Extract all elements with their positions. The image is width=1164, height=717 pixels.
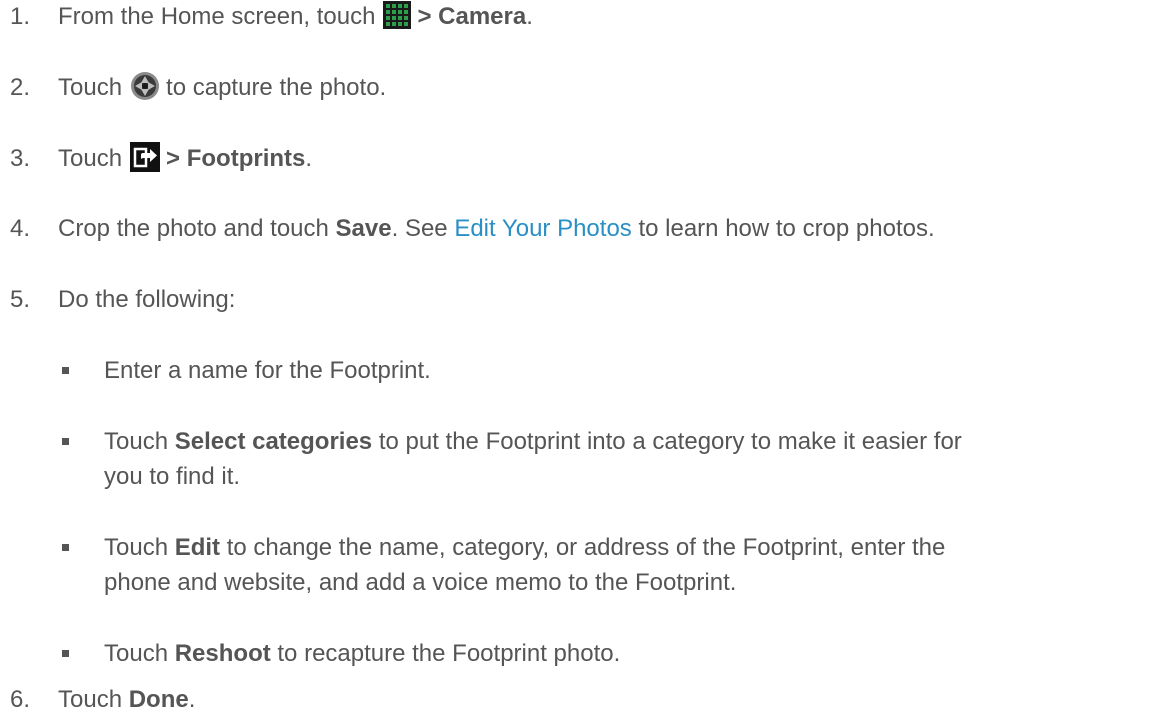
bullet-marker bbox=[62, 438, 69, 445]
bullet-text-post: to change the name, category, or address… bbox=[226, 534, 946, 561]
edit-your-photos-link[interactable]: Edit Your Photos bbox=[454, 215, 631, 242]
bullet-marker bbox=[62, 650, 69, 657]
step-text-bold: > Footprints bbox=[166, 145, 306, 172]
step-number: 4. bbox=[10, 215, 31, 242]
step-number: 2. bbox=[10, 74, 31, 101]
step-text: Touch Done. bbox=[58, 684, 195, 716]
bullet-text-cont: phone and website, and add a voice memo … bbox=[104, 569, 737, 596]
step-text-bold: Save bbox=[335, 215, 392, 242]
step-text-pre: Crop the photo and touch bbox=[58, 215, 329, 242]
step-text-pre: Touch bbox=[58, 686, 123, 713]
bullet-text-cont: you to find it. bbox=[104, 463, 241, 490]
step-text-post: . bbox=[305, 145, 313, 172]
step-text-mid: . See bbox=[391, 215, 448, 242]
step-text: Touch > Footprints. bbox=[58, 141, 313, 175]
step-text: From the Home screen, touch > Camera. bbox=[58, 0, 533, 33]
step-text-bold: > Camera bbox=[417, 3, 527, 30]
bullet-text-post: to recapture the Footprint photo. bbox=[277, 640, 621, 667]
step-number: 1. bbox=[10, 3, 31, 30]
grid-icon bbox=[383, 0, 412, 29]
step-text-post: to capture the photo. bbox=[166, 74, 387, 101]
camera-shutter-icon bbox=[130, 71, 160, 101]
bullet-text-post: to put the Footprint into a category to … bbox=[378, 428, 962, 455]
step-text: Crop the photo and touch Save. See Edit … bbox=[58, 213, 935, 245]
bullet-marker bbox=[62, 367, 69, 374]
step-text-bold: Done bbox=[128, 686, 189, 713]
step-text-pre: Touch bbox=[58, 74, 123, 101]
bullet-text-bold: Edit bbox=[174, 534, 221, 561]
bullet-text-pre: Touch bbox=[104, 534, 169, 561]
step-text-post: . bbox=[526, 3, 533, 30]
bullet-text: Touch Edit to change the name, category,… bbox=[104, 532, 945, 564]
bullet-text: Touch Reshoot to recapture the Footprint… bbox=[104, 638, 620, 670]
step-text: Touch to capture the photo. bbox=[58, 71, 387, 104]
step-text-post: to learn how to crop photos. bbox=[638, 215, 935, 242]
bullet-text-bold: Select categories bbox=[174, 428, 373, 455]
bullet-text: Enter a name for the Footprint. bbox=[104, 357, 431, 384]
bullet-text-pre: Touch bbox=[104, 428, 169, 455]
bullet-marker bbox=[62, 544, 69, 551]
step-text-pre: Touch bbox=[58, 145, 123, 172]
step-text: Do the following: bbox=[58, 286, 236, 313]
step-text-post: . bbox=[188, 686, 196, 713]
step-number: 3. bbox=[10, 145, 31, 172]
bullet-text-pre: Touch bbox=[104, 640, 169, 667]
bullet-text-bold: Reshoot bbox=[174, 640, 271, 667]
step-number: 5. bbox=[10, 286, 31, 313]
step-text-pre: From the Home screen, touch bbox=[58, 3, 376, 30]
step-number: 6. bbox=[10, 686, 31, 713]
bullet-text: Touch Select categories to put the Footp… bbox=[104, 426, 962, 458]
share-icon bbox=[130, 141, 161, 172]
